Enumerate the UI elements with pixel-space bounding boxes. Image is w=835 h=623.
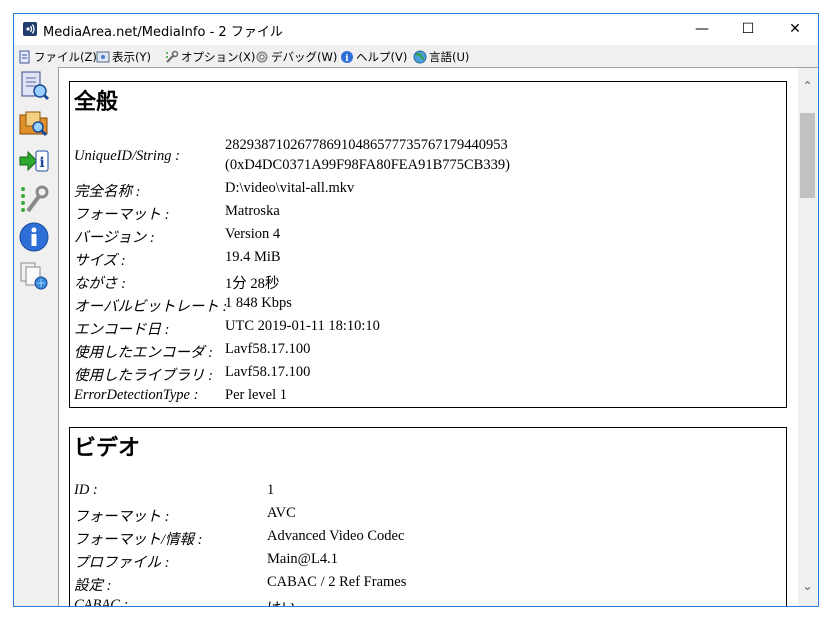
preferences-icon[interactable] (18, 183, 50, 215)
info-key: サイズ : (74, 253, 126, 269)
help-icon: i (341, 50, 353, 64)
info-value: Advanced Video Codec (267, 528, 405, 544)
menu-options[interactable]: オプション(X) (165, 48, 255, 65)
file-icon (19, 50, 30, 63)
menu-bar: ファイル(Z) 表示(Y) オプション(X) デバッグ(W) i ヘルプ(V) … (14, 45, 818, 67)
scroll-thumb[interactable] (800, 113, 815, 198)
info-value: Lavf58.17.100 (225, 341, 311, 357)
info-value: Matroska (225, 203, 280, 219)
video-heading: ビデオ (74, 436, 141, 461)
info-key: ID : (74, 482, 98, 498)
info-key: 使用したエンコーダ : (74, 345, 213, 361)
info-value: UTC 2019-01-11 18:10:10 (225, 318, 380, 334)
info-key: フォーマット : (74, 509, 170, 525)
info-value: 1 (267, 482, 275, 498)
menu-file[interactable]: ファイル(Z) (18, 48, 97, 65)
info-value: 1 848 Kbps (225, 295, 292, 311)
info-key: 完全名称 : (74, 184, 141, 200)
info-key: プロファイル : (74, 555, 170, 571)
info-key: バージョン : (74, 230, 155, 246)
info-value: Lavf58.17.100 (225, 364, 311, 380)
app-window: MediaArea.net/MediaInfo - 2 ファイル — ☐ ✕ フ… (13, 13, 819, 607)
info-value: Version 4 (225, 226, 281, 242)
info-value: 282938710267786910486577735767179440953 (225, 137, 508, 153)
minimize-button[interactable]: — (679, 14, 725, 45)
svg-text:i: i (39, 155, 44, 171)
menu-language[interactable]: 言語(U) (413, 48, 469, 65)
web-update-icon[interactable] (18, 259, 50, 291)
info-key: エンコード日 : (74, 322, 170, 338)
scroll-down-button[interactable]: ⌄ (798, 578, 817, 595)
window-title: MediaArea.net/MediaInfo - 2 ファイル (43, 25, 283, 40)
menu-file-label: ファイル(Z) (34, 49, 97, 64)
menu-view[interactable]: 表示(Y) (96, 48, 151, 65)
view-icon (96, 51, 110, 62)
info-key: フォーマット : (74, 207, 170, 223)
open-folder-icon[interactable] (18, 107, 50, 139)
toolbar-sidebar: i (14, 67, 58, 606)
info-value: Per level 1 (225, 387, 288, 403)
menu-options-label: オプション(X) (181, 49, 256, 64)
maximize-button[interactable]: ☐ (725, 14, 771, 45)
language-icon (413, 50, 427, 63)
open-file-icon[interactable] (18, 69, 50, 101)
video-section: ビデオ ID : 1 フォーマット : AVC フォーマット/情報 : Adva… (69, 427, 787, 607)
about-icon[interactable] (18, 221, 50, 253)
info-value: AVC (267, 505, 296, 521)
info-key: 使用したライブラリ : (74, 368, 213, 384)
info-key: UniqueID/String : (74, 148, 180, 164)
menu-view-label: 表示(Y) (112, 49, 151, 64)
menu-language-label: 言語(U) (429, 49, 470, 64)
options-icon (166, 50, 179, 63)
menu-debug-label: デバッグ(W) (271, 49, 338, 64)
menu-help-label: ヘルプ(V) (356, 49, 408, 64)
info-value: (0xD4DC0371A99F98FA80FEA91B775CB339) (225, 157, 510, 173)
vertical-scrollbar[interactable]: ⌃ ⌄ (798, 68, 817, 606)
title-bar: MediaArea.net/MediaInfo - 2 ファイル — ☐ ✕ (14, 14, 818, 45)
close-button[interactable]: ✕ (772, 14, 818, 45)
info-value: 19.4 MiB (225, 249, 281, 265)
info-key: オーバルビットレート : (74, 299, 228, 315)
svg-text:i: i (345, 54, 349, 64)
info-value: 1分 28秒 (225, 276, 280, 292)
menu-debug[interactable]: デバッグ(W) (255, 48, 337, 65)
info-key: ErrorDetectionType : (74, 387, 199, 403)
info-value: D:\video\vital-all.mkv (225, 180, 355, 196)
debug-icon (256, 51, 268, 62)
app-icon (23, 22, 37, 36)
general-heading: 全般 (74, 90, 119, 115)
general-section: 全般 2829387102677869104865777357671794409… (69, 81, 787, 408)
info-key: ながさ : (74, 276, 126, 292)
scroll-up-button[interactable]: ⌃ (798, 78, 817, 95)
info-value: Main@L4.1 (267, 551, 338, 567)
menu-help[interactable]: i ヘルプ(V) (340, 48, 407, 65)
info-content[interactable]: 全般 2829387102677869104865777357671794409… (58, 67, 818, 607)
info-value: はい (267, 597, 296, 606)
info-key: 設定 : (74, 578, 112, 594)
info-key: フォーマット/情報 : (74, 532, 203, 548)
info-key: CABAC : (74, 597, 129, 607)
info-value: CABAC / 2 Ref Frames (267, 574, 407, 590)
export-info-icon[interactable]: i (18, 145, 50, 177)
